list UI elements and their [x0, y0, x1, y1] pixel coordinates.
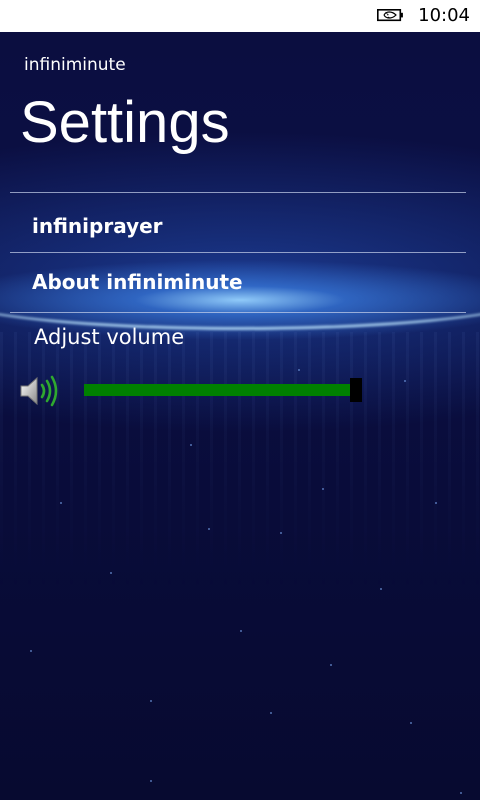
- star: [110, 572, 112, 574]
- star: [460, 792, 462, 794]
- star: [190, 444, 192, 446]
- star: [60, 502, 62, 504]
- star: [330, 664, 332, 666]
- star: [270, 712, 272, 714]
- divider: [10, 312, 466, 313]
- star: [150, 780, 152, 782]
- status-bar: 10:04: [0, 0, 480, 32]
- star: [435, 502, 437, 504]
- star: [240, 630, 242, 632]
- star: [280, 532, 282, 534]
- phone-screen: 10:04 infiniminute Settings infiniprayer…: [0, 0, 480, 800]
- divider: [10, 192, 466, 193]
- star: [404, 380, 406, 382]
- light-rays: [0, 332, 480, 592]
- star: [380, 588, 382, 590]
- menu-item-infiniprayer[interactable]: infiniprayer: [32, 212, 163, 240]
- star: [322, 488, 324, 490]
- star: [410, 722, 412, 724]
- speaker-icon[interactable]: [18, 374, 60, 408]
- app-title: infiniminute: [24, 55, 126, 75]
- clock: 10:04: [418, 5, 470, 26]
- battery-charging-icon: [377, 8, 403, 22]
- volume-label: Adjust volume: [34, 325, 185, 349]
- divider: [10, 252, 466, 253]
- volume-slider-fill: [84, 384, 356, 396]
- page-title: Settings: [20, 90, 230, 155]
- star: [30, 650, 32, 652]
- volume-slider-thumb[interactable]: [350, 378, 362, 402]
- menu-item-about[interactable]: About infiniminute: [32, 268, 243, 296]
- star: [298, 369, 300, 371]
- volume-slider[interactable]: [84, 378, 362, 402]
- star: [150, 700, 152, 702]
- star: [208, 528, 210, 530]
